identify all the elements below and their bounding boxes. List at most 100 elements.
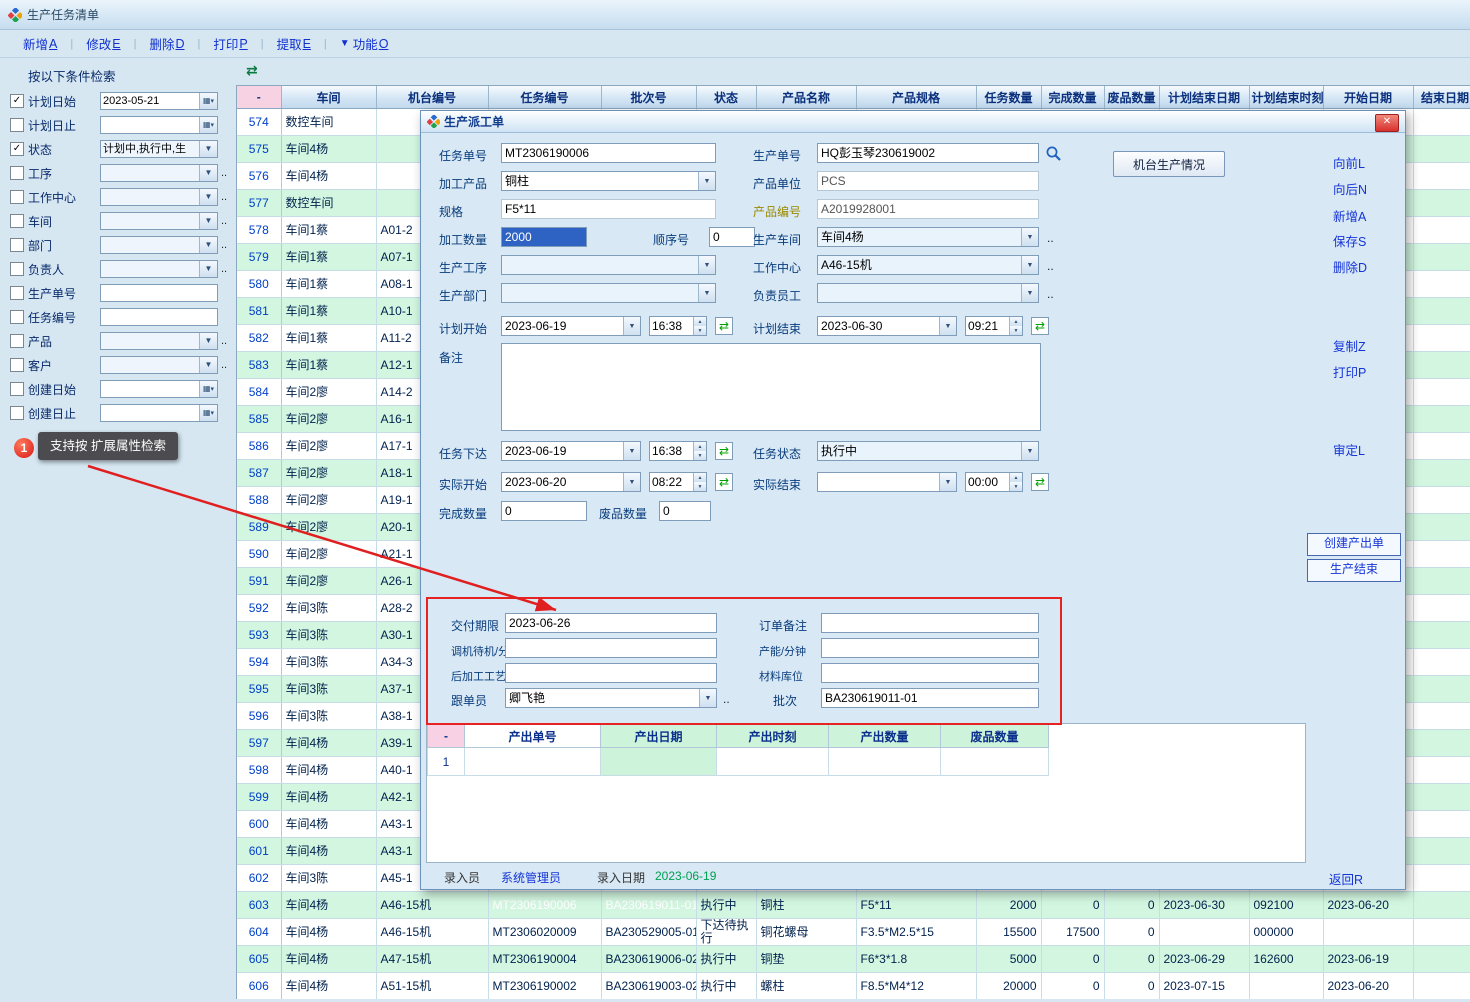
machine-status-button[interactable]: 机台生产情况 (1113, 151, 1225, 177)
chevron-down-icon[interactable]: ▼ (698, 284, 715, 302)
cell[interactable] (1413, 217, 1470, 244)
create-output-button[interactable]: 创建产出单 (1307, 533, 1401, 556)
order-remark-input[interactable] (821, 613, 1039, 633)
filter-checkbox[interactable] (10, 214, 24, 228)
cell[interactable]: 598 (237, 757, 281, 784)
calendar-dropdown-button[interactable]: ▦▾ (199, 117, 217, 133)
output-column-header[interactable]: 产出单号 (465, 725, 601, 748)
cell[interactable]: 车间4杨 (281, 163, 376, 190)
toolbar-item-p[interactable]: 打印P (213, 34, 247, 53)
product-combo[interactable]: 铜柱▼ (501, 171, 716, 191)
cell[interactable]: 20000 (976, 973, 1041, 1000)
browse-more[interactable]: .. (1047, 259, 1054, 273)
remark-textarea[interactable] (501, 343, 1041, 431)
cell[interactable]: F5*11 (856, 892, 976, 919)
cell[interactable]: 车间4杨 (281, 919, 376, 946)
cell[interactable] (1413, 757, 1470, 784)
filter-checkbox[interactable] (10, 406, 24, 420)
cell[interactable]: 580 (237, 271, 281, 298)
cell[interactable]: 589 (237, 514, 281, 541)
cell[interactable]: 599 (237, 784, 281, 811)
calendar-dropdown-button[interactable]: ▦▾ (199, 93, 217, 109)
column-header[interactable]: 任务数量 (976, 86, 1041, 109)
cell[interactable]: 582 (237, 325, 281, 352)
seq-input[interactable]: 0 (709, 227, 755, 247)
column-header[interactable]: 完成数量 (1041, 86, 1104, 109)
cell[interactable]: 车间4杨 (281, 784, 376, 811)
cell[interactable]: 车间1蔡 (281, 298, 376, 325)
scrap-qty-input[interactable]: 0 (659, 501, 711, 521)
toolbar-item-d[interactable]: 删除D (149, 34, 184, 53)
cell[interactable]: 603 (237, 892, 281, 919)
cell[interactable] (1413, 838, 1470, 865)
cell[interactable]: 0 (1041, 892, 1104, 919)
cell[interactable]: 092100 (1249, 892, 1323, 919)
cell[interactable] (1413, 136, 1470, 163)
cell[interactable]: 车间3陈 (281, 865, 376, 892)
cell[interactable]: 车间3陈 (281, 676, 376, 703)
browse-more[interactable]: .. (1047, 231, 1054, 245)
filter-checkbox[interactable] (10, 334, 24, 348)
material-location-input[interactable] (821, 663, 1039, 683)
filter-field[interactable]: ▦▾ (100, 116, 218, 134)
workshop-combo[interactable]: 车间4杨▼ (817, 227, 1039, 247)
cell[interactable]: A47-15机 (376, 946, 488, 973)
output-column-header[interactable]: 产出数量 (829, 725, 941, 748)
chevron-down-icon[interactable]: ▼ (698, 172, 715, 190)
cell[interactable]: 584 (237, 379, 281, 406)
cell[interactable] (1413, 379, 1470, 406)
cell[interactable]: 车间2廖 (281, 514, 376, 541)
cell[interactable] (1413, 325, 1470, 352)
cell[interactable]: 15500 (976, 919, 1041, 946)
column-header[interactable]: 任务编号 (488, 86, 601, 109)
cell[interactable]: MT2306190006 (488, 892, 601, 919)
filter-field[interactable]: ▼ (100, 188, 218, 206)
cell[interactable]: A46-15机 (376, 892, 488, 919)
column-header[interactable]: 计划结束时刻 (1249, 86, 1323, 109)
print-link[interactable]: 打印P (1333, 362, 1366, 381)
dropdown-button[interactable]: ▼ (199, 357, 217, 373)
cell[interactable]: 2023-06-20 (1323, 892, 1413, 919)
cell[interactable]: 2023-06-19 (1323, 946, 1413, 973)
cell[interactable]: 0 (1104, 892, 1159, 919)
cell[interactable]: 586 (237, 433, 281, 460)
refresh-icon[interactable]: ⇄ (1031, 473, 1049, 491)
cell[interactable]: 601 (237, 838, 281, 865)
filter-checkbox[interactable] (10, 382, 24, 396)
cell[interactable]: BA230619006-02 (601, 946, 696, 973)
filter-checkbox[interactable]: ✓ (10, 94, 24, 108)
cell[interactable]: 604 (237, 919, 281, 946)
cell[interactable]: 595 (237, 676, 281, 703)
cell[interactable]: 车间2廖 (281, 379, 376, 406)
filter-checkbox[interactable]: ✓ (10, 142, 24, 156)
actual-end-date[interactable]: ▼ (817, 472, 957, 492)
cell[interactable]: 591 (237, 568, 281, 595)
cell[interactable]: 螺柱 (756, 973, 856, 1000)
column-header[interactable]: 车间 (281, 86, 376, 109)
output-cell[interactable] (601, 748, 717, 776)
cell[interactable]: 5000 (976, 946, 1041, 973)
cell[interactable] (1413, 271, 1470, 298)
cell[interactable]: 车间4杨 (281, 946, 376, 973)
cell[interactable]: 2023-06-30 (1159, 892, 1249, 919)
cell[interactable] (1323, 919, 1413, 946)
cell[interactable] (1413, 946, 1470, 973)
cell[interactable]: 车间1蔡 (281, 244, 376, 271)
entry-by-value[interactable]: 系统管理员 (501, 869, 561, 886)
cell[interactable]: F3.5*M2.5*15 (856, 919, 976, 946)
spinner-arrows-icon[interactable]: ▲▼ (693, 317, 706, 335)
cell[interactable]: 数控车间 (281, 190, 376, 217)
cell[interactable]: 下达待执行 (696, 919, 756, 946)
cell[interactable]: BA230619003-02 (601, 973, 696, 1000)
dropdown-button[interactable]: ▼ (199, 261, 217, 277)
cell[interactable]: 铜花螺母 (756, 919, 856, 946)
task-no-input[interactable]: MT2306190006 (501, 143, 716, 163)
cell[interactable]: BA230529005-01 (601, 919, 696, 946)
cell[interactable]: 车间2廖 (281, 541, 376, 568)
cell[interactable]: 车间4杨 (281, 973, 376, 1000)
output-cell[interactable] (829, 748, 941, 776)
cell[interactable]: 605 (237, 946, 281, 973)
cell[interactable]: 000000 (1249, 919, 1323, 946)
output-column-header[interactable]: 废品数量 (941, 725, 1049, 748)
search-icon[interactable] (1045, 145, 1062, 162)
